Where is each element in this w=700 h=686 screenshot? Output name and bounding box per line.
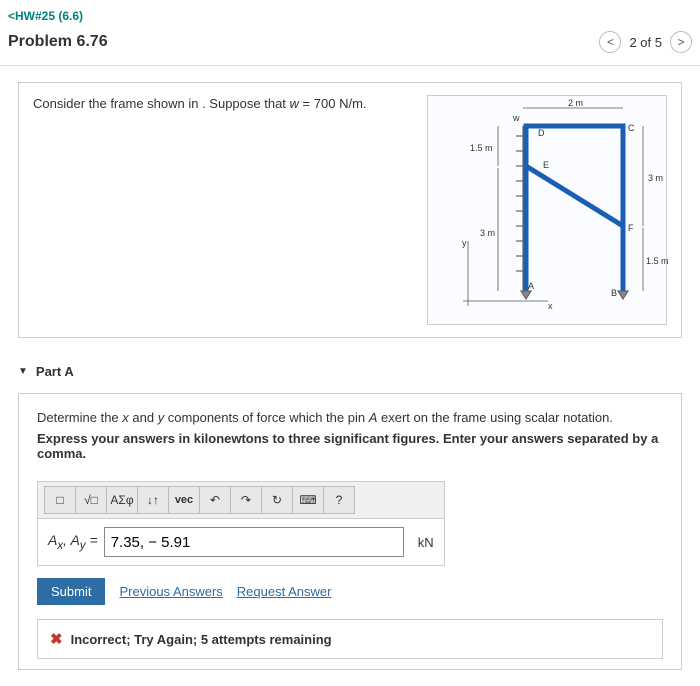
breadcrumb-link[interactable]: <HW#25 (6.6): [8, 9, 83, 23]
equation-toolbar: □ √□ ΑΣφ ↓↑ vec ↶ ↷ ↻ ⌨ ?: [38, 482, 444, 519]
vector-button[interactable]: vec: [168, 486, 200, 514]
caret-down-icon: ▼: [18, 366, 28, 377]
chevron-right-icon: >: [677, 35, 684, 49]
subscript-button[interactable]: ↓↑: [137, 486, 169, 514]
reset-button[interactable]: ↻: [261, 486, 293, 514]
help-button[interactable]: ?: [323, 486, 355, 514]
svg-text:D: D: [538, 128, 545, 138]
previous-answers-link[interactable]: Previous Answers: [119, 584, 222, 599]
figure: 2 m 1.5 m 3 m 3 m 1.5 m w: [427, 95, 667, 325]
svg-text:F: F: [628, 223, 634, 233]
incorrect-icon: ✖: [50, 630, 63, 648]
chevron-left-icon: <: [8, 9, 15, 23]
prev-problem-button[interactable]: <: [599, 31, 621, 53]
keyboard-button[interactable]: ⌨: [292, 486, 324, 514]
page-title: Problem 6.76: [8, 33, 599, 51]
part-a-header[interactable]: ▼ Part A: [18, 358, 682, 385]
svg-text:1.5 m: 1.5 m: [470, 143, 493, 153]
svg-text:x: x: [548, 301, 553, 311]
problem-counter: 2 of 5: [629, 35, 662, 50]
next-problem-button[interactable]: >: [670, 31, 692, 53]
svg-text:w: w: [512, 113, 520, 123]
answer-lhs: Ax, Ay =: [48, 532, 98, 552]
svg-text:3 m: 3 m: [480, 228, 495, 238]
svg-text:2 m: 2 m: [568, 98, 583, 108]
svg-text:1.5 m: 1.5 m: [646, 256, 668, 266]
template-button[interactable]: □: [44, 486, 76, 514]
request-answer-link[interactable]: Request Answer: [237, 584, 332, 599]
greek-button[interactable]: ΑΣφ: [106, 486, 138, 514]
submit-button[interactable]: Submit: [37, 578, 105, 605]
undo-button[interactable]: ↶: [199, 486, 231, 514]
feedback-box: ✖ Incorrect; Try Again; 5 attempts remai…: [37, 619, 663, 659]
redo-button[interactable]: ↷: [230, 486, 262, 514]
answer-unit: kN: [418, 535, 434, 550]
problem-statement: Consider the frame shown in . Suppose th…: [18, 82, 682, 338]
question-text: Determine the x and y components of forc…: [37, 410, 663, 425]
sqrt-button[interactable]: √□: [75, 486, 107, 514]
instructions-text: Express your answers in kilonewtons to t…: [37, 431, 663, 461]
svg-text:y: y: [462, 238, 467, 248]
chevron-left-icon: <: [607, 35, 614, 49]
svg-text:3 m: 3 m: [648, 173, 663, 183]
svg-text:C: C: [628, 123, 635, 133]
svg-text:E: E: [543, 160, 549, 170]
answer-input[interactable]: [104, 527, 404, 557]
svg-text:A: A: [528, 281, 534, 291]
svg-text:B: B: [611, 288, 617, 298]
